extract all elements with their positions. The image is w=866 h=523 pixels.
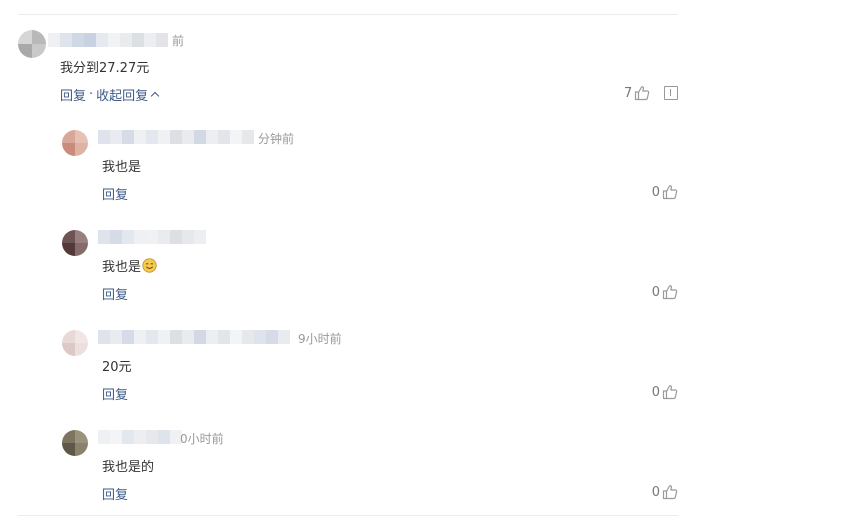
avatar[interactable]	[62, 230, 88, 256]
reply-item: 9小时前 20元 回复 0	[62, 330, 680, 410]
like-count: 0	[651, 384, 660, 400]
like-button[interactable]: 0	[652, 384, 678, 400]
reply-text-content: 我也是	[102, 260, 142, 275]
reply-link[interactable]: 回复	[60, 85, 86, 104]
thumbs-up-icon[interactable]	[634, 85, 650, 101]
comment-actions: 回复 · 收起回复	[60, 85, 160, 104]
username-blurred[interactable]	[98, 230, 206, 244]
reply-item: 0小时前 我也是的 回复 0	[62, 430, 680, 510]
thumbs-up-icon[interactable]	[662, 184, 678, 200]
collapse-replies-link[interactable]: 收起回复	[96, 85, 148, 104]
reply-text: 20元	[102, 360, 132, 375]
avatar[interactable]	[62, 430, 88, 456]
like-button[interactable]: 0	[652, 184, 678, 200]
reply-link[interactable]: 回复	[102, 184, 128, 203]
avatar[interactable]	[18, 30, 46, 58]
report-icon[interactable]	[664, 86, 678, 100]
like-count: 0	[651, 184, 660, 200]
avatar[interactable]	[62, 130, 88, 156]
reply-link[interactable]: 回复	[102, 384, 128, 403]
reply-link[interactable]: 回复	[102, 284, 128, 303]
timestamp: 前	[172, 34, 185, 48]
reply-link[interactable]: 回复	[102, 484, 128, 503]
reply-text: 我也是	[102, 256, 157, 275]
timestamp: 分钟前	[258, 132, 295, 146]
like-count: 7	[624, 85, 633, 101]
username-blurred[interactable]	[98, 430, 182, 444]
timestamp: 9小时前	[298, 332, 342, 346]
thumbs-up-icon[interactable]	[662, 384, 678, 400]
like-button[interactable]: 7	[624, 85, 650, 101]
timestamp: 0小时前	[180, 432, 224, 446]
reply-item: 我也是 回复 0	[62, 230, 680, 310]
smile-emoji-icon	[142, 258, 157, 273]
bottom-divider	[18, 515, 678, 516]
main-comment: 前 我分到27.27元 回复 · 收起回复 7	[18, 30, 680, 110]
username-blurred[interactable]	[98, 330, 290, 344]
avatar[interactable]	[62, 330, 88, 356]
like-count: 0	[651, 284, 660, 300]
like-count: 0	[651, 484, 660, 500]
thumbs-up-icon[interactable]	[662, 284, 678, 300]
reply-text: 我也是的	[102, 460, 155, 475]
like-button[interactable]: 0	[652, 484, 678, 500]
chevron-up-icon[interactable]	[150, 91, 160, 101]
top-divider	[18, 14, 678, 15]
like-button[interactable]: 0	[652, 284, 678, 300]
separator: ·	[89, 87, 94, 102]
reply-text: 我也是	[102, 160, 142, 175]
thumbs-up-icon[interactable]	[662, 484, 678, 500]
reply-item: 分钟前 我也是 回复 0	[62, 130, 680, 210]
comment-text: 我分到27.27元	[60, 61, 150, 76]
username-blurred[interactable]	[48, 33, 168, 47]
username-blurred[interactable]	[98, 130, 254, 144]
